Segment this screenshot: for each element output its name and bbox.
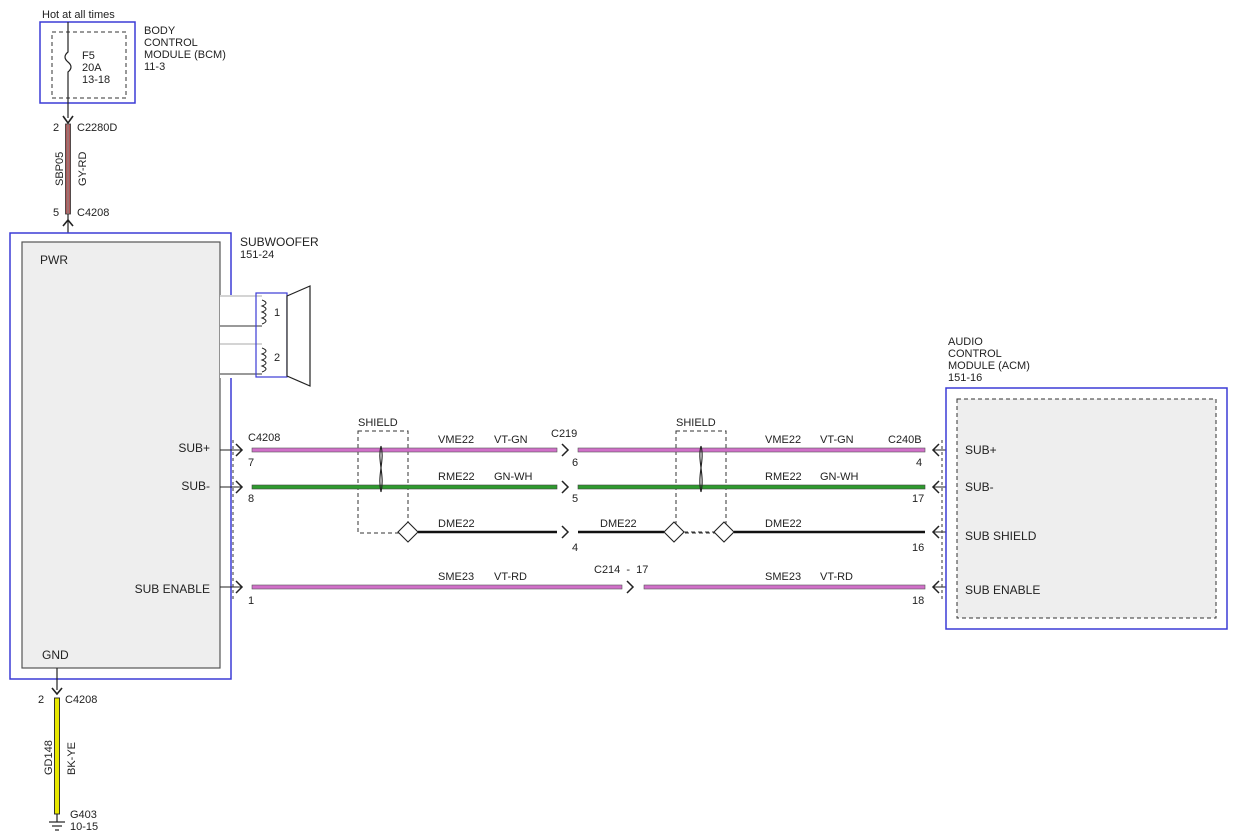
right-connector-label: C240B [888, 434, 922, 446]
wire-gd148 [54, 697, 60, 815]
acm-sub-enable-label: SUB ENABLE [965, 583, 1040, 597]
dme-mid-pin: 4 [572, 542, 578, 554]
dme-mid-circuit: DME22 [600, 518, 637, 530]
sme-right-color: VT-RD [820, 571, 853, 583]
middle-connector-label: C219 [551, 428, 577, 440]
acm-name-line2: CONTROL [948, 348, 1002, 360]
subwoofer-name: SUBWOOFER [240, 235, 319, 249]
subwoofer-ref: 151-24 [240, 249, 274, 261]
acm-sub-minus-label: SUB- [965, 480, 994, 494]
sme-right-pin: 18 [912, 595, 924, 607]
sub-plus-label: SUB+ [178, 441, 210, 455]
sub-minus-label: SUB- [181, 479, 210, 493]
acm-sub-shield-label: SUB SHIELD [965, 529, 1037, 543]
fuse-ref: 13-18 [82, 74, 110, 86]
power-top-pin: 2 [53, 122, 59, 134]
wire-vme22-left [251, 447, 558, 453]
drain-left-diamond-icon [397, 521, 419, 543]
sub-enable-label: SUB ENABLE [135, 582, 210, 596]
rme-right-pin: 17 [912, 493, 924, 505]
inline-connector-label: C214 - 17 [594, 564, 648, 576]
power-bottom-pin: 5 [53, 207, 59, 219]
gnd-label: GND [42, 648, 69, 662]
shield-right-label: SHIELD [676, 417, 716, 429]
sme-right-circuit: SME23 [765, 571, 801, 583]
dme-left-circuit: DME22 [438, 518, 475, 530]
bcm-name-line1: BODY [144, 25, 176, 37]
wire-sme23-right [643, 584, 926, 590]
acm-sub-plus-label: SUB+ [965, 443, 997, 457]
drain-right-diamond-icon [713, 521, 735, 543]
coil1-label: 1 [274, 307, 280, 319]
wire-sme23-left [251, 584, 623, 590]
acm-ref: 151-16 [948, 372, 982, 384]
wire-vme22-right [577, 447, 926, 453]
vme-left-circuit: VME22 [438, 434, 474, 446]
wire-rme22-right [577, 484, 926, 490]
ground-circuit-color: BK-YE [66, 742, 78, 775]
rme-left-pin: 8 [248, 493, 254, 505]
rme-right-color: GN-WH [820, 471, 859, 483]
coil2-label: 2 [274, 352, 280, 364]
rme-right-circuit: RME22 [765, 471, 802, 483]
wiring-diagram: Hot at all times F5 20A 13-18 BODY CONTR… [9, 9, 1228, 833]
ground-connector: C4208 [65, 694, 97, 706]
connector-c219-pin5-icon [561, 480, 570, 494]
connector-c219-pin4-icon [561, 525, 570, 539]
rme-left-circuit: RME22 [438, 471, 475, 483]
ground-circuit-name: GD148 [43, 740, 55, 775]
vme-right-circuit: VME22 [765, 434, 801, 446]
dme-right-pin: 16 [912, 542, 924, 554]
vme-left-pin: 7 [248, 457, 254, 469]
sme-left-circuit: SME23 [438, 571, 474, 583]
power-circuit-color: GY-RD [77, 152, 89, 186]
acm-name-line1: AUDIO [948, 336, 983, 348]
vme-right-pin: 4 [916, 457, 922, 469]
connector-c219-pin6-icon [561, 443, 570, 457]
rme-mid-pin: 5 [572, 493, 578, 505]
fuse-rating: 20A [82, 62, 102, 74]
bcm-name-line2: CONTROL [144, 37, 198, 49]
vme-left-color: VT-GN [494, 434, 528, 446]
vme-mid-pin: 6 [572, 457, 578, 469]
power-circuit-name: SBP05 [54, 152, 66, 186]
hot-at-all-times-label: Hot at all times [42, 9, 115, 21]
dme-right-circuit: DME22 [765, 518, 802, 530]
speaker-cone-icon [286, 285, 311, 387]
power-bottom-connector: C4208 [77, 207, 109, 219]
ground-name: G403 [70, 809, 97, 821]
fuse-name: F5 [82, 50, 95, 62]
rme-left-color: GN-WH [494, 471, 533, 483]
sme-left-pin: 1 [248, 595, 254, 607]
wire-rme22-left [251, 484, 558, 490]
vme-right-color: VT-GN [820, 434, 854, 446]
ground-pin: 2 [38, 694, 44, 706]
subwoofer-inner-box [21, 241, 221, 669]
acm-name-line3: MODULE (ACM) [948, 360, 1030, 372]
power-top-connector: C2280D [77, 122, 117, 134]
pwr-label: PWR [40, 253, 68, 267]
shield-left-box [357, 430, 409, 534]
ground-ref: 10-15 [70, 821, 98, 833]
bcm-name-line3: MODULE (BCM) [144, 49, 226, 61]
shield-left-label: SHIELD [358, 417, 398, 429]
bcm-ref: 11-3 [144, 61, 165, 73]
connector-c214-icon [626, 580, 635, 594]
drain-mid-diamond-icon [663, 521, 685, 543]
sme-left-color: VT-RD [494, 571, 527, 583]
left-connector-label: C4208 [248, 432, 280, 444]
